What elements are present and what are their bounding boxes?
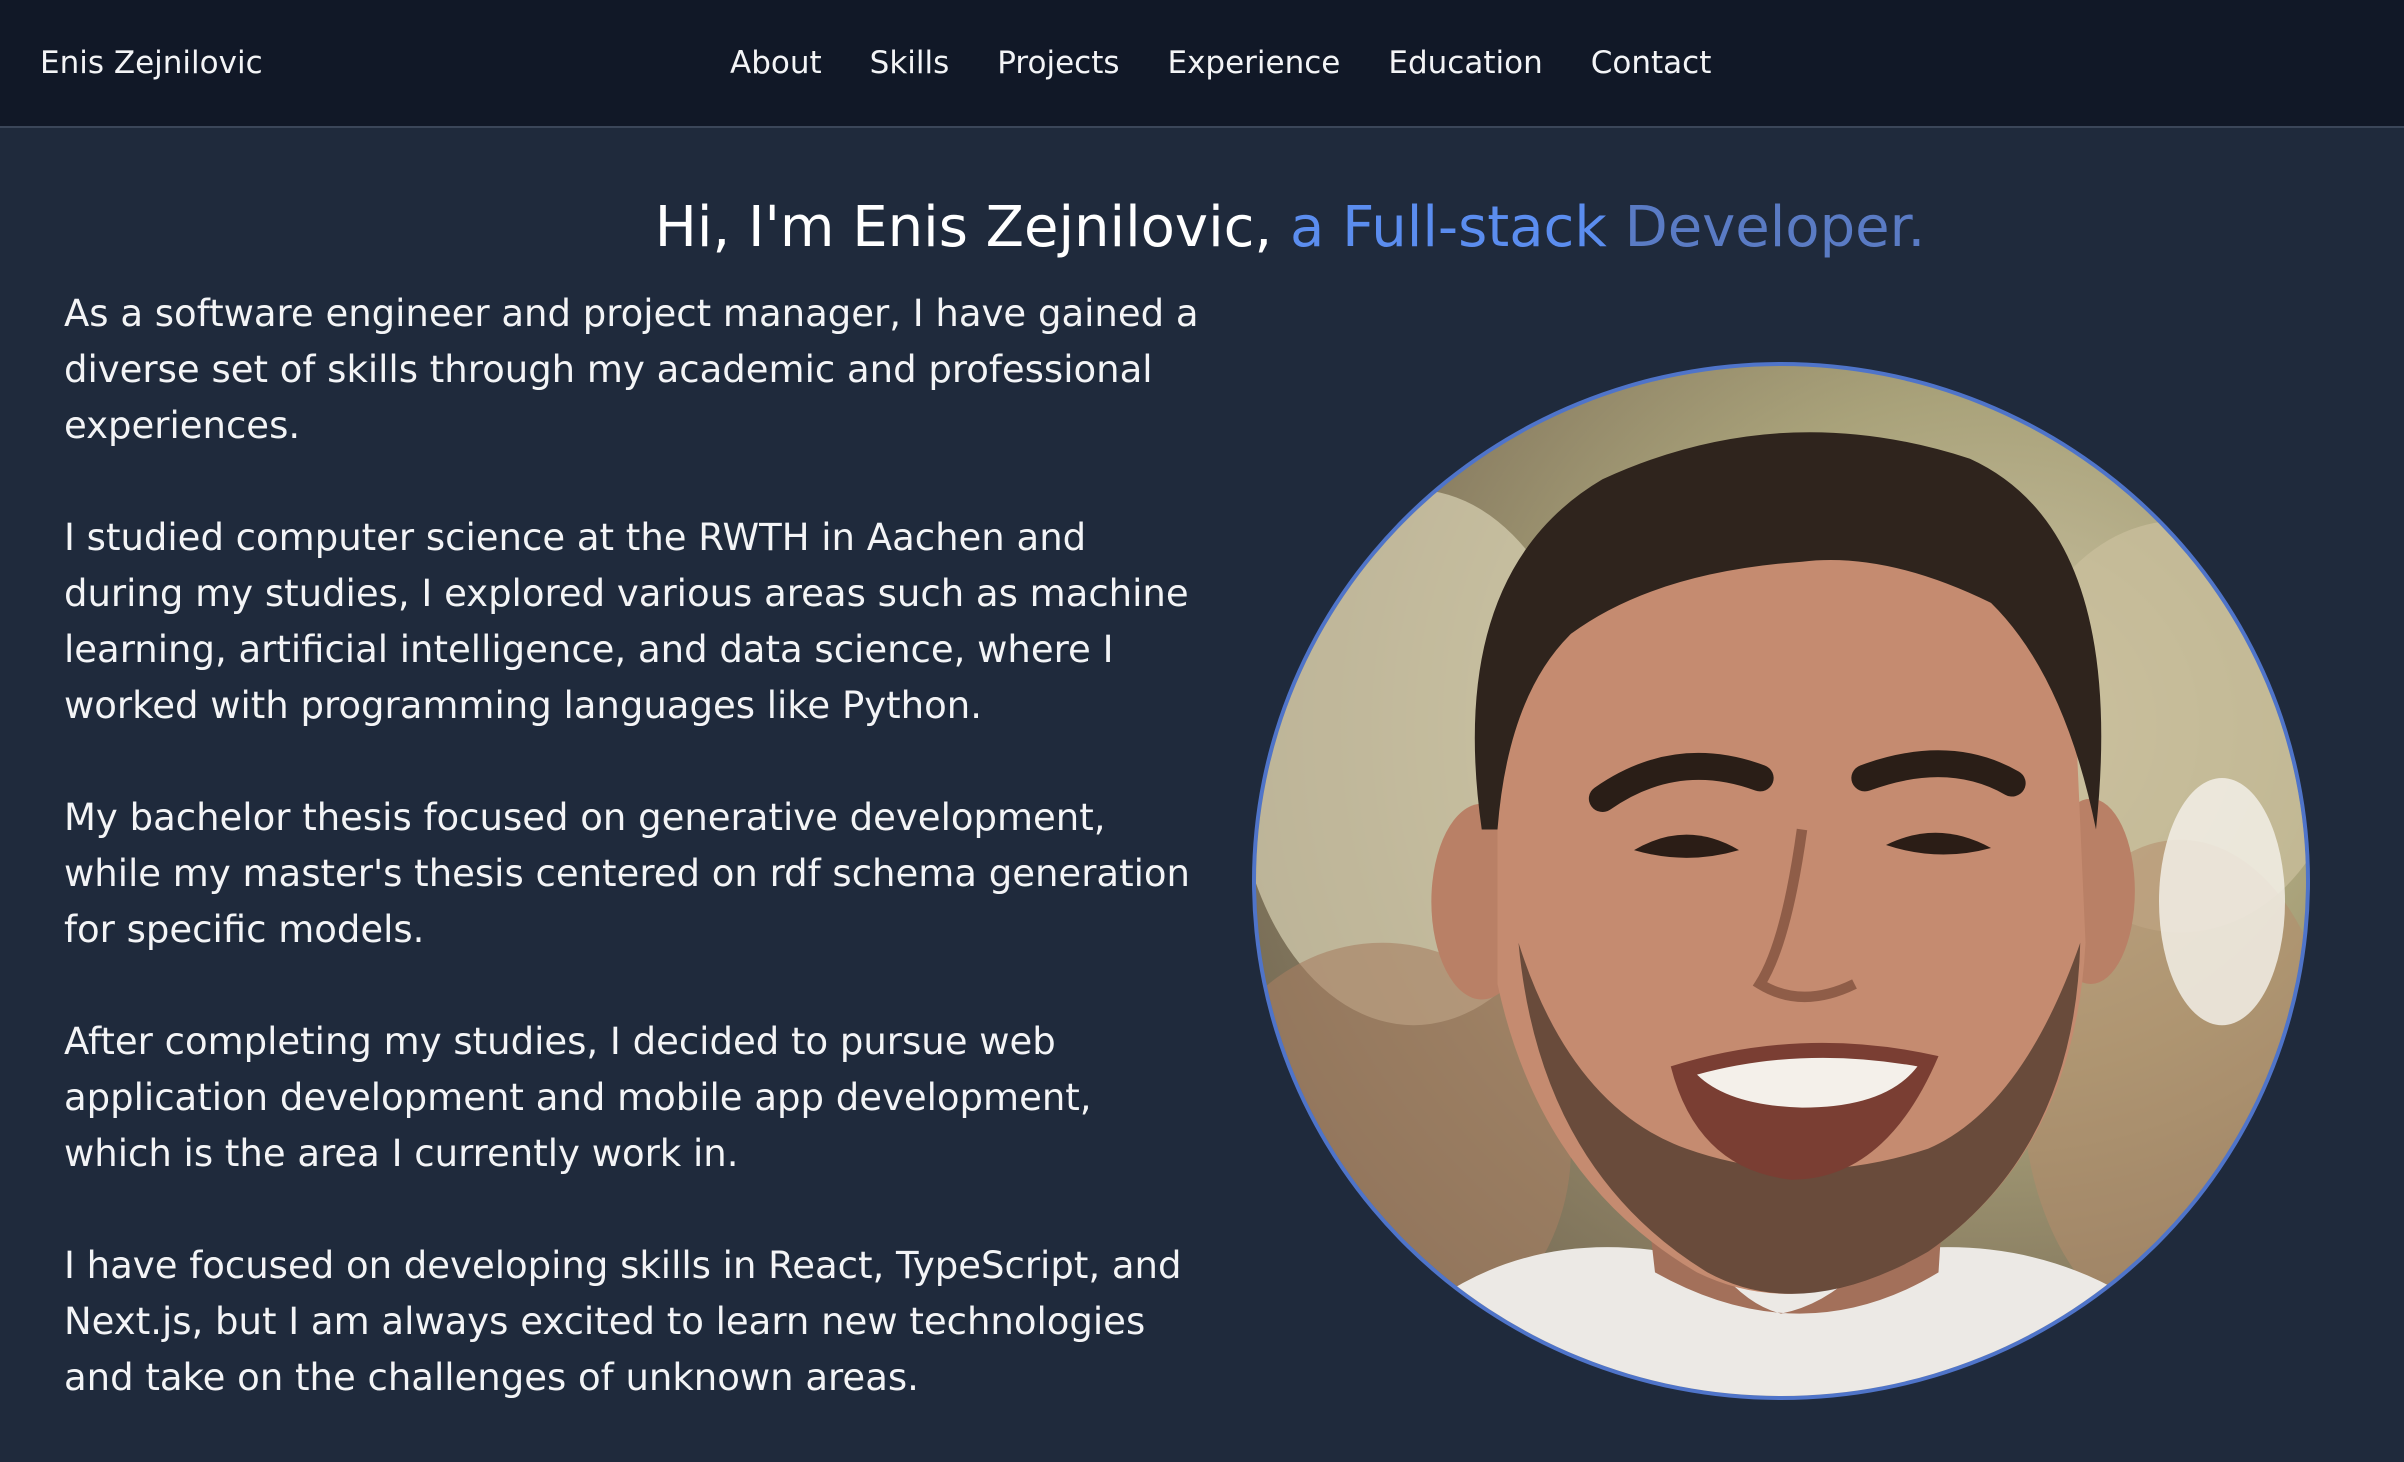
about-paragraph-4: After completing my studies, I decided t… (64, 1020, 1092, 1175)
about-paragraph-2: I studied computer science at the RWTH i… (64, 516, 1189, 727)
portrait-illustration (1256, 432, 2306, 1396)
nav-link-projects[interactable]: Projects (997, 45, 1119, 81)
nav-links: About Skills Projects Experience Educati… (730, 0, 1711, 126)
hero-role-highlight: a Full-stack (1272, 195, 1607, 260)
top-navbar: Enis Zejnilovic About Skills Projects Ex… (0, 0, 2404, 128)
about-paragraph-3: My bachelor thesis focused on generative… (64, 796, 1190, 951)
nav-link-experience[interactable]: Experience (1168, 45, 1341, 81)
about-paragraph-5: I have focused on developing skills in R… (64, 1244, 1182, 1399)
hero-title: Hi, I'm Enis Zejnilovic, a Full-stack De… (0, 188, 2404, 268)
hero-role-suffix: Developer. (1606, 195, 1926, 260)
nav-link-skills[interactable]: Skills (870, 45, 950, 81)
brand-logo-link[interactable]: Enis Zejnilovic (40, 0, 263, 126)
hero-intro: Hi, I'm Enis Zejnilovic, (654, 195, 1273, 260)
profile-photo (1252, 362, 2310, 1400)
about-section: As a software engineer and project manag… (64, 286, 1204, 1462)
nav-link-about[interactable]: About (730, 45, 822, 81)
nav-link-education[interactable]: Education (1388, 45, 1542, 81)
nav-link-contact[interactable]: Contact (1591, 45, 1712, 81)
about-paragraph-1: As a software engineer and project manag… (64, 292, 1199, 447)
